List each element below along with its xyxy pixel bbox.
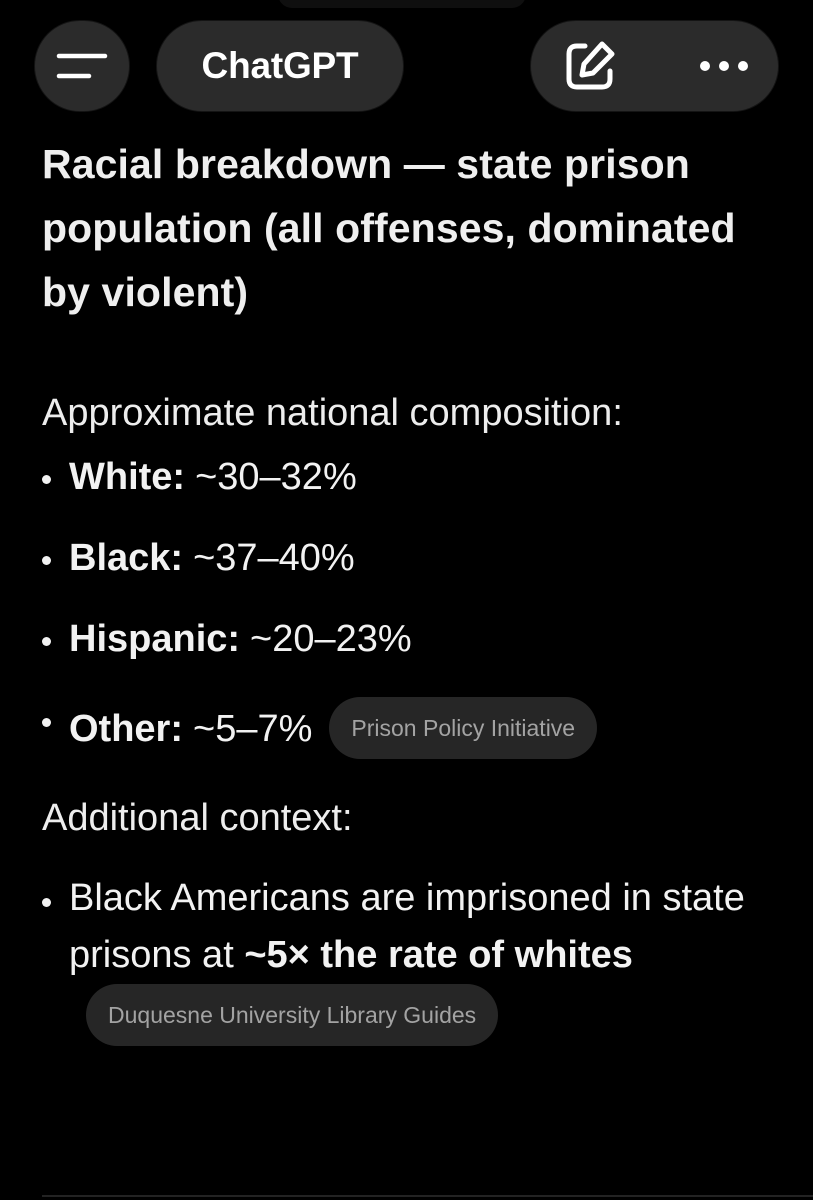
more-dots-icon — [700, 61, 748, 71]
context-heading: Additional context: — [42, 797, 353, 839]
bullet-label: Hispanic: — [69, 618, 241, 660]
bullet-icon — [42, 718, 51, 727]
menu-icon — [56, 53, 108, 79]
bullet-value: ~20–23% — [250, 618, 412, 660]
status-bar-notch — [278, 0, 526, 8]
app-title: ChatGPT — [201, 45, 359, 86]
compose-icon — [566, 41, 615, 90]
model-selector-button[interactable]: ChatGPT — [156, 20, 404, 112]
list-item-other: Other: ~5–7% Prison Policy Initiative — [42, 697, 782, 759]
composition-list: White: ~30–32% Black: ~37–40% Hispanic: ~20… — [42, 454, 782, 759]
bullet-label: White: — [69, 456, 186, 498]
context-list: Black Americans are imprisoned in state … — [42, 870, 782, 1046]
bullet-value: ~30–32% — [195, 456, 357, 498]
bullet-label: Black: — [69, 537, 184, 579]
bullet-icon — [42, 475, 51, 484]
divider — [42, 1195, 813, 1197]
header-actions — [530, 20, 779, 112]
bullet-icon — [42, 556, 51, 565]
list-item-black: Black: ~37–40% — [42, 535, 782, 581]
bullet-value: ~37–40% — [193, 537, 355, 579]
list-item-hispanic: Hispanic: ~20–23% — [42, 616, 782, 662]
context-list-item: Black Americans are imprisoned in state … — [42, 870, 782, 1046]
bullet-icon — [42, 898, 51, 907]
more-options-button[interactable] — [698, 59, 750, 73]
compose-button[interactable] — [561, 37, 619, 95]
list-item-white: White: ~30–32% — [42, 454, 782, 500]
bullet-label: Other: — [69, 708, 183, 750]
assistant-message: Racial breakdown — state prison populati… — [42, 132, 782, 1046]
context-emphasis: ~5× the rate of whites — [244, 934, 633, 976]
composition-intro: Approximate national composition: — [42, 392, 623, 434]
bullet-icon — [42, 637, 51, 646]
menu-button[interactable] — [34, 20, 130, 112]
source-chip-prison-policy[interactable]: Prison Policy Initiative — [329, 697, 598, 759]
source-chip-duquesne[interactable]: Duquesne University Library Guides — [86, 984, 499, 1046]
section-heading: Racial breakdown — state prison populati… — [42, 141, 736, 315]
bullet-value: ~5–7% — [193, 708, 313, 750]
